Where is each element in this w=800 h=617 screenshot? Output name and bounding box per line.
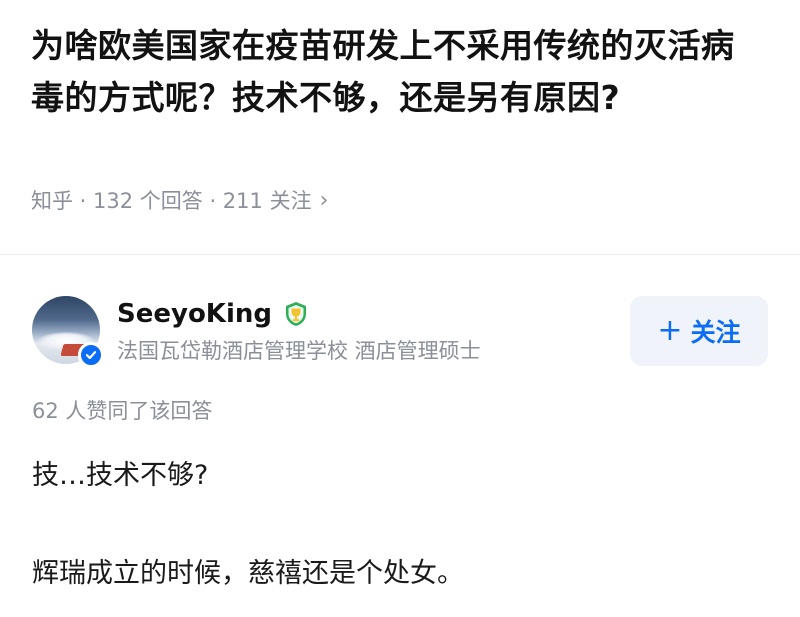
author-name-text: SeeyoKing — [117, 299, 272, 329]
medal-icon[interactable] — [282, 300, 310, 328]
section-divider — [0, 254, 800, 255]
author-avatar[interactable] — [32, 296, 104, 368]
author-row: SeeyoKing 法国瓦岱勒酒店管理学校 酒店管理硕士 + 关注 — [0, 280, 800, 380]
question-section: 为啥欧美国家在疫苗研发上不采用传统的灭活病毒的方式呢？技术不够，还是另有原因? … — [0, 0, 800, 254]
answer-body[interactable]: 技…技术不够? 辉瑞成立的时候，慈禧还是个处女。 — [32, 456, 772, 594]
upvote-count: 62 人赞同了该回答 — [32, 399, 213, 423]
author-name[interactable]: SeeyoKing — [117, 296, 310, 332]
plus-icon: + — [657, 313, 683, 348]
verified-check-icon — [78, 342, 104, 368]
author-bio: 法国瓦岱勒酒店管理学校 酒店管理硕士 — [117, 339, 481, 363]
answer-paragraph: 技…技术不够? — [32, 460, 209, 491]
question-title[interactable]: 为啥欧美国家在疫苗研发上不采用传统的灭活病毒的方式呢？技术不够，还是另有原因? — [31, 20, 761, 124]
follow-button[interactable]: + 关注 — [630, 296, 768, 366]
question-meta-text: 知乎 · 132 个回答 · 211 关注 — [31, 189, 312, 213]
question-meta[interactable]: 知乎 · 132 个回答 · 211 关注 › — [31, 186, 328, 216]
answer-paragraph: 辉瑞成立的时候，慈禧还是个处女。 — [32, 558, 464, 589]
chevron-right-icon: › — [319, 188, 329, 213]
follow-button-label: 关注 — [690, 318, 741, 347]
